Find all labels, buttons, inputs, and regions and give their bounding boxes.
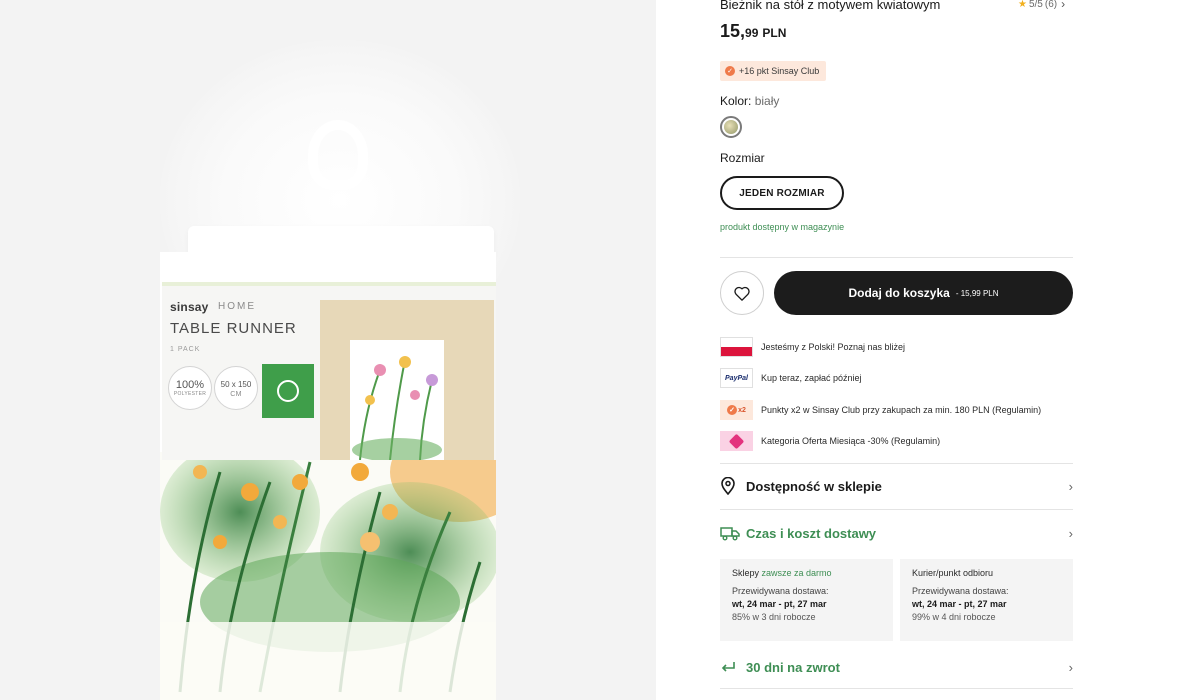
- discount-tag-icon: [720, 431, 753, 451]
- delivery-option-header: Kurier/punkt odbioru: [912, 568, 1061, 578]
- returns-row[interactable]: 30 dni na zwrot ›: [720, 655, 1073, 679]
- color-row: Kolor: biały: [720, 94, 779, 108]
- perk-paypal[interactable]: PayPal Kup teraz, zapłać później: [720, 367, 862, 389]
- returns-label: 30 dni na zwrot: [746, 659, 840, 675]
- package-label: sinsay HOME TABLE RUNNER 1 PACK 100% POL…: [162, 282, 496, 460]
- delivery-date-range: wt, 24 mar - pt, 27 mar: [912, 599, 1007, 609]
- price-cents: 99: [745, 26, 759, 40]
- club-points-icon-text: x2: [738, 406, 746, 414]
- chevron-right-icon: ›: [1068, 478, 1073, 494]
- delivery-label: Czas i koszt dostawy: [746, 525, 877, 541]
- wishlist-button[interactable]: [720, 271, 764, 315]
- divider: [720, 688, 1073, 689]
- divider: [720, 463, 1073, 464]
- divider: [720, 509, 1073, 510]
- color-value: biały: [754, 94, 780, 108]
- delivery-row[interactable]: Czas i koszt dostawy ›: [720, 521, 1073, 545]
- chevron-right-icon: ›: [1068, 525, 1073, 541]
- package-photo: [320, 300, 494, 460]
- club-coin-icon: ✓: [725, 66, 735, 76]
- perk-text: Kup teraz, zapłać później: [761, 373, 862, 383]
- location-pin-icon: [720, 477, 740, 495]
- poland-flag-icon: [720, 337, 753, 357]
- brand-logo: sinsay: [170, 300, 209, 314]
- size-badge: 50 x 150 CM: [214, 366, 258, 410]
- floral-pattern-illustration: [160, 452, 496, 700]
- add-to-cart-price: - 15,99 PLN: [955, 288, 999, 298]
- package-title: TABLE RUNNER: [170, 320, 297, 337]
- brand-line: HOME: [218, 301, 256, 312]
- hanger-hook: [308, 120, 368, 190]
- rating-count: (6): [1044, 0, 1058, 10]
- add-to-cart-button[interactable]: Dodaj do koszyka - 15,99 PLN: [774, 271, 1073, 315]
- size-dimensions: 50 x 150: [220, 379, 252, 389]
- perk-text: Punkty x2 w Sinsay Club przy zakupach za…: [761, 405, 1042, 415]
- divider: [720, 257, 1073, 258]
- delivery-option-courier: Kurier/punkt odbioru Przewidywana dostaw…: [900, 559, 1073, 641]
- size-option-button[interactable]: JEDEN ROZMIAR: [720, 176, 844, 210]
- table-runner-package: sinsay HOME TABLE RUNNER 1 PACK 100% POL…: [160, 252, 496, 700]
- size-label: Rozmiar: [720, 151, 765, 165]
- product-title: Bieżnik na stół z motywem kwiatowym: [720, 0, 941, 12]
- delivery-reliability: 99% w 4 dni robocze: [912, 612, 996, 622]
- add-to-cart-label: Dodaj do koszyka: [848, 286, 950, 300]
- store-availability-row[interactable]: Dostępność w sklepie ›: [720, 474, 1073, 498]
- price-currency: PLN: [762, 26, 787, 40]
- material-badge: 100% POLYESTER: [168, 366, 212, 410]
- material-name: POLYESTER: [173, 391, 207, 397]
- material-percent: 100%: [175, 379, 205, 391]
- delivery-option-highlight: zawsze za darmo: [761, 568, 832, 578]
- star-icon: ★: [1018, 0, 1027, 10]
- delivery-option-stores: Sklepy zawsze za darmo Przewidywana dost…: [720, 559, 893, 641]
- oeko-tex-icon: [262, 364, 314, 418]
- heart-icon: [734, 286, 750, 301]
- rating-link[interactable]: ★ 5/5 (6) ›: [1018, 0, 1065, 11]
- color-swatch[interactable]: [720, 116, 742, 138]
- product-image[interactable]: sinsay HOME TABLE RUNNER 1 PACK 100% POL…: [0, 0, 656, 700]
- fabric-print: [160, 452, 496, 700]
- add-to-cart-price-value: 15,99 PLN: [960, 288, 999, 298]
- delivery-option-header: Sklepy zawsze za darmo: [732, 568, 881, 578]
- return-arrow-icon: [720, 660, 740, 674]
- paypal-icon: PayPal: [720, 368, 753, 388]
- delivery-estimate-label: Przewidywana dostawa:: [912, 586, 1009, 596]
- delivery-reliability: 85% w 3 dni robocze: [732, 612, 816, 622]
- runner-photo: [350, 340, 444, 460]
- delivery-option-name: Sklepy: [732, 568, 760, 578]
- swatch-fill: [724, 120, 738, 134]
- size-unit: CM: [230, 390, 242, 398]
- delivery-option-name: Kurier/punkt odbioru: [912, 568, 994, 578]
- club-points-badge: ✓ +16 pkt Sinsay Club: [720, 61, 827, 81]
- delivery-date-range: wt, 24 mar - pt, 27 mar: [732, 599, 827, 609]
- perk-club-points[interactable]: ✓ x2 Punkty x2 w Sinsay Club przy zakupac…: [720, 399, 1041, 421]
- package-pack: 1 PACK: [170, 346, 201, 353]
- club-points-icon: ✓ x2: [720, 400, 753, 420]
- color-label: Kolor:: [720, 94, 752, 108]
- perk-monthly-offer[interactable]: Kategoria Oferta Miesiąca -30% (Regulami…: [720, 430, 940, 452]
- store-availability-label: Dostępność w sklepie: [746, 478, 882, 494]
- delivery-estimate-label: Przewidywana dostawa:: [732, 586, 829, 596]
- perk-polish-brand[interactable]: Jesteśmy z Polski! Poznaj nas bliżej: [720, 336, 905, 358]
- club-points-coin: ✓: [727, 405, 738, 415]
- delivery-truck-icon: [720, 525, 740, 541]
- perk-text: Kategoria Oferta Miesiąca -30% (Regulami…: [761, 436, 941, 446]
- stock-status: produkt dostępny w magazynie: [720, 222, 845, 232]
- chevron-right-icon: ›: [1061, 0, 1066, 11]
- perk-text: Jesteśmy z Polski! Poznaj nas bliżej: [761, 342, 906, 352]
- runner-flowers-illustration: [352, 356, 442, 460]
- club-points-text: +16 pkt Sinsay Club: [739, 66, 820, 76]
- product-price: 15,99 PLN: [720, 21, 786, 42]
- price-main: 15,: [720, 21, 746, 41]
- chevron-right-icon: ›: [1068, 659, 1073, 675]
- rating-value: 5/5: [1028, 0, 1043, 10]
